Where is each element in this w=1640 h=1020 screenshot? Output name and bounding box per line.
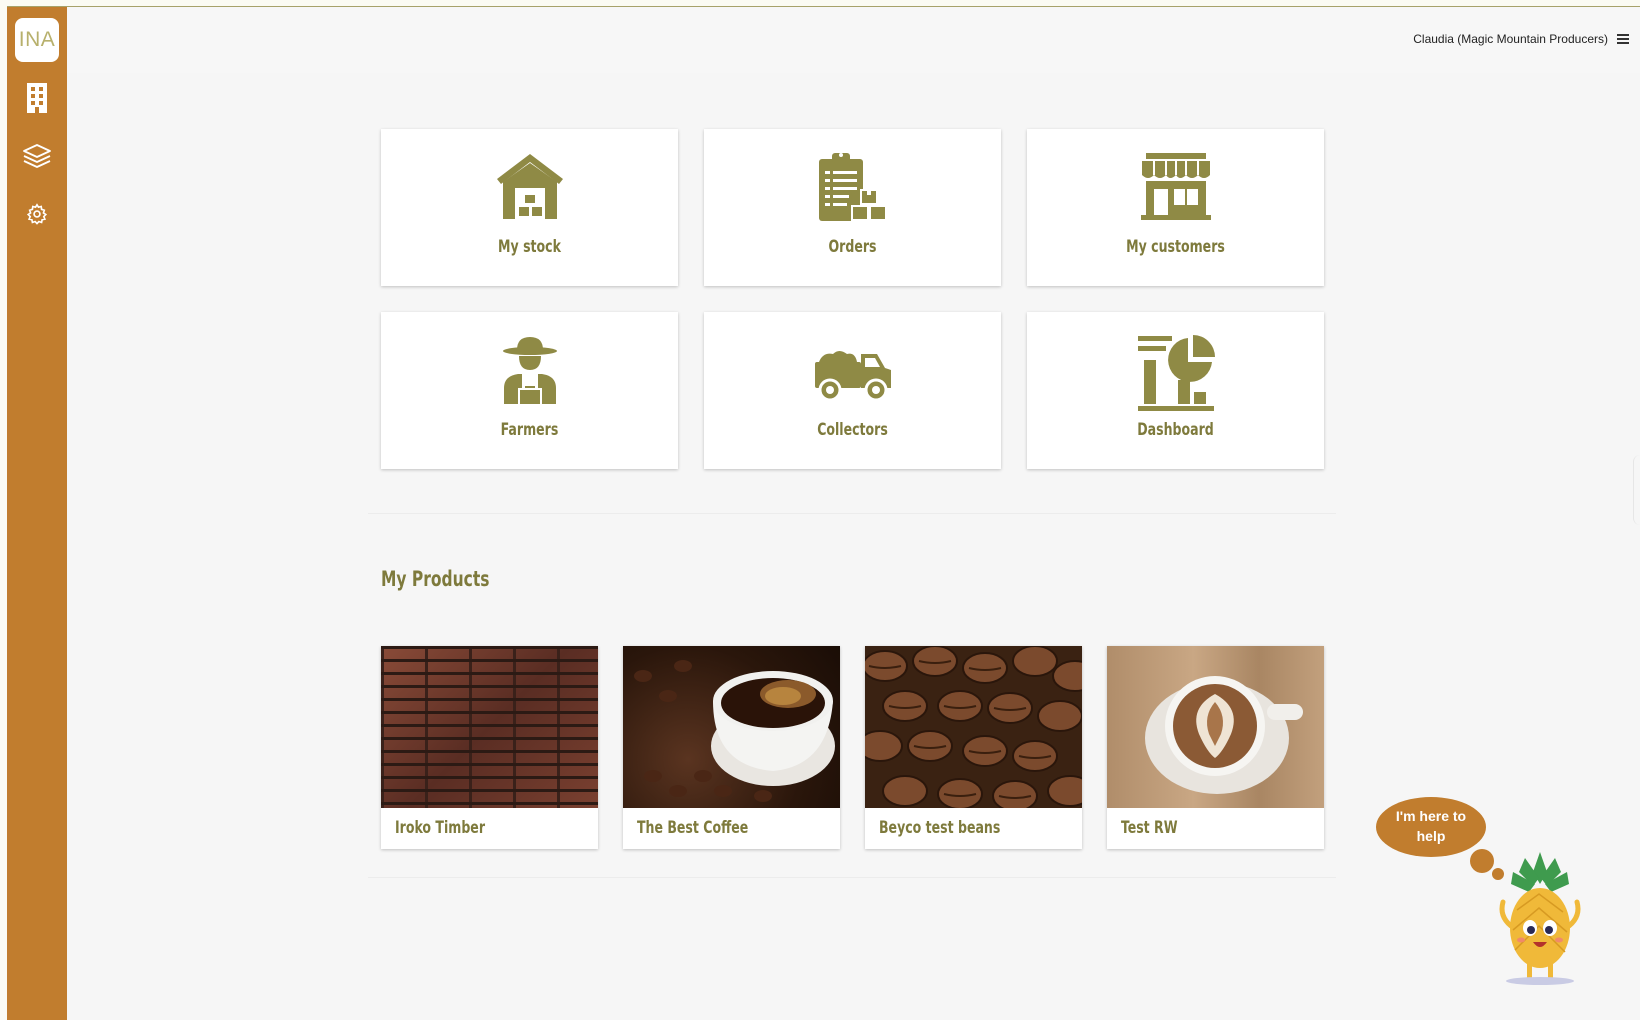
tile-label: My stock xyxy=(498,237,561,257)
product-name: Beyco test beans xyxy=(879,818,1001,838)
layers-icon xyxy=(23,144,51,168)
window-top-edge xyxy=(0,0,1640,7)
tile-label: Farmers xyxy=(500,420,559,440)
tile-collectors[interactable]: Collectors xyxy=(704,312,1001,469)
sidebar-item-organisation[interactable] xyxy=(21,82,53,114)
tile-label: Dashboard xyxy=(1137,420,1214,440)
my-products-title: My Products xyxy=(381,567,490,591)
product-card[interactable]: Beyco test beans xyxy=(865,646,1082,849)
help-text: I'm here to help xyxy=(1395,808,1467,844)
product-card[interactable]: Iroko Timber xyxy=(381,646,598,849)
latte-art-photo xyxy=(1107,646,1324,808)
section-divider xyxy=(368,513,1336,514)
logo-text: INA xyxy=(18,28,56,51)
product-card[interactable]: The Best Coffee xyxy=(623,646,840,849)
tile-label: My customers xyxy=(1126,237,1225,257)
pineapple-mascot-icon[interactable] xyxy=(1495,850,1585,986)
product-name: Test RW xyxy=(1121,818,1178,838)
warehouse-icon xyxy=(496,154,563,219)
sidebar: INA xyxy=(7,7,67,1020)
gear-icon xyxy=(26,203,48,225)
window-left-edge xyxy=(0,0,7,1020)
storefront-icon xyxy=(1140,153,1211,220)
product-card[interactable]: Test RW xyxy=(1107,646,1324,849)
dashboard-chart-icon xyxy=(1137,335,1215,411)
pickup-truck-icon xyxy=(814,351,891,402)
tile-my-stock[interactable]: My stock xyxy=(381,129,678,286)
sidebar-item-products[interactable] xyxy=(21,140,53,172)
coffee-beans-photo xyxy=(865,646,1082,808)
hamburger-menu-icon[interactable] xyxy=(1615,31,1631,47)
section-divider-bottom xyxy=(368,877,1336,878)
building-icon xyxy=(27,83,47,113)
farmer-icon xyxy=(502,337,557,404)
tile-farmers[interactable]: Farmers xyxy=(381,312,678,469)
help-speech-bubble[interactable]: I'm here to help xyxy=(1376,797,1486,857)
app-logo[interactable]: INA xyxy=(15,18,59,62)
tile-orders[interactable]: Orders xyxy=(704,129,1001,286)
sidebar-item-settings[interactable] xyxy=(21,198,53,230)
user-account-label[interactable]: Claudia (Magic Mountain Producers) xyxy=(1413,32,1608,46)
tile-label: Collectors xyxy=(817,420,888,440)
product-name: The Best Coffee xyxy=(637,818,749,838)
bubble-dot xyxy=(1470,849,1494,873)
clipboard-boxes-icon xyxy=(818,153,887,221)
tile-my-customers[interactable]: My customers xyxy=(1027,129,1324,286)
scroll-edge xyxy=(1633,455,1640,525)
brick-wall-photo xyxy=(381,646,598,808)
product-name: Iroko Timber xyxy=(395,818,486,838)
top-header: Claudia (Magic Mountain Producers) xyxy=(67,7,1640,73)
tile-dashboard[interactable]: Dashboard xyxy=(1027,312,1324,469)
tile-label: Orders xyxy=(828,237,877,257)
coffee-cup-beans-photo xyxy=(623,646,840,808)
